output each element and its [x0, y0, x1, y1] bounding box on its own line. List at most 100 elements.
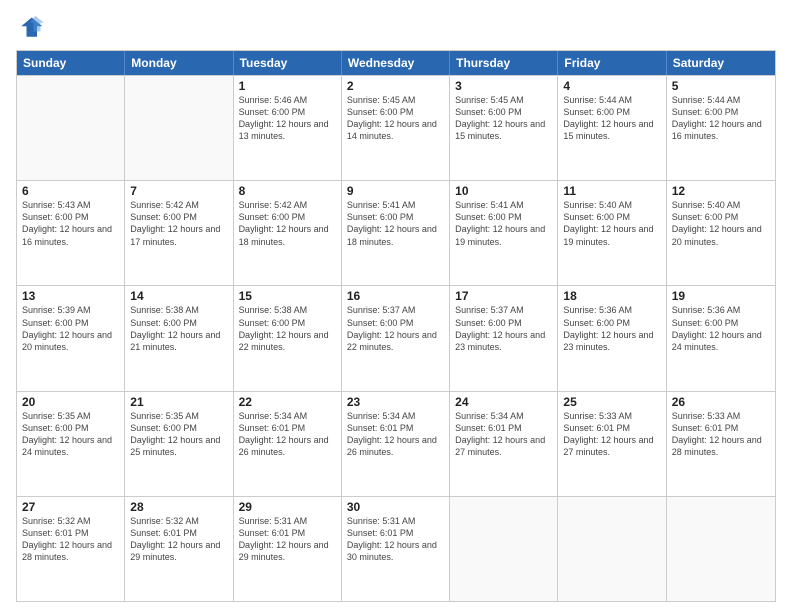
- day-number: 16: [347, 289, 444, 303]
- day-cell-28: 28Sunrise: 5:32 AM Sunset: 6:01 PM Dayli…: [125, 497, 233, 601]
- day-cell-14: 14Sunrise: 5:38 AM Sunset: 6:00 PM Dayli…: [125, 286, 233, 390]
- day-cell-23: 23Sunrise: 5:34 AM Sunset: 6:01 PM Dayli…: [342, 392, 450, 496]
- day-number: 21: [130, 395, 227, 409]
- day-info: Sunrise: 5:40 AM Sunset: 6:00 PM Dayligh…: [563, 199, 660, 248]
- day-info: Sunrise: 5:43 AM Sunset: 6:00 PM Dayligh…: [22, 199, 119, 248]
- day-number: 14: [130, 289, 227, 303]
- day-info: Sunrise: 5:35 AM Sunset: 6:00 PM Dayligh…: [130, 410, 227, 459]
- day-info: Sunrise: 5:37 AM Sunset: 6:00 PM Dayligh…: [347, 304, 444, 353]
- day-cell-6: 6Sunrise: 5:43 AM Sunset: 6:00 PM Daylig…: [17, 181, 125, 285]
- day-number: 1: [239, 79, 336, 93]
- calendar-row-3: 13Sunrise: 5:39 AM Sunset: 6:00 PM Dayli…: [17, 285, 775, 390]
- day-cell-3: 3Sunrise: 5:45 AM Sunset: 6:00 PM Daylig…: [450, 76, 558, 180]
- day-cell-1: 1Sunrise: 5:46 AM Sunset: 6:00 PM Daylig…: [234, 76, 342, 180]
- logo: [16, 14, 48, 42]
- day-number: 27: [22, 500, 119, 514]
- day-cell-10: 10Sunrise: 5:41 AM Sunset: 6:00 PM Dayli…: [450, 181, 558, 285]
- day-cell-21: 21Sunrise: 5:35 AM Sunset: 6:00 PM Dayli…: [125, 392, 233, 496]
- day-info: Sunrise: 5:46 AM Sunset: 6:00 PM Dayligh…: [239, 94, 336, 143]
- day-number: 17: [455, 289, 552, 303]
- day-cell-27: 27Sunrise: 5:32 AM Sunset: 6:01 PM Dayli…: [17, 497, 125, 601]
- empty-cell: [17, 76, 125, 180]
- day-info: Sunrise: 5:37 AM Sunset: 6:00 PM Dayligh…: [455, 304, 552, 353]
- day-cell-5: 5Sunrise: 5:44 AM Sunset: 6:00 PM Daylig…: [667, 76, 775, 180]
- day-info: Sunrise: 5:33 AM Sunset: 6:01 PM Dayligh…: [563, 410, 660, 459]
- header: [16, 14, 776, 42]
- calendar: SundayMondayTuesdayWednesdayThursdayFrid…: [16, 50, 776, 602]
- day-cell-16: 16Sunrise: 5:37 AM Sunset: 6:00 PM Dayli…: [342, 286, 450, 390]
- day-number: 12: [672, 184, 770, 198]
- day-cell-24: 24Sunrise: 5:34 AM Sunset: 6:01 PM Dayli…: [450, 392, 558, 496]
- day-info: Sunrise: 5:44 AM Sunset: 6:00 PM Dayligh…: [563, 94, 660, 143]
- day-info: Sunrise: 5:39 AM Sunset: 6:00 PM Dayligh…: [22, 304, 119, 353]
- day-number: 10: [455, 184, 552, 198]
- day-number: 24: [455, 395, 552, 409]
- day-number: 26: [672, 395, 770, 409]
- weekday-header-tuesday: Tuesday: [234, 51, 342, 75]
- day-number: 5: [672, 79, 770, 93]
- day-cell-30: 30Sunrise: 5:31 AM Sunset: 6:01 PM Dayli…: [342, 497, 450, 601]
- day-number: 4: [563, 79, 660, 93]
- day-number: 7: [130, 184, 227, 198]
- empty-cell: [667, 497, 775, 601]
- day-info: Sunrise: 5:34 AM Sunset: 6:01 PM Dayligh…: [455, 410, 552, 459]
- day-number: 29: [239, 500, 336, 514]
- day-number: 13: [22, 289, 119, 303]
- day-info: Sunrise: 5:36 AM Sunset: 6:00 PM Dayligh…: [672, 304, 770, 353]
- day-cell-12: 12Sunrise: 5:40 AM Sunset: 6:00 PM Dayli…: [667, 181, 775, 285]
- day-cell-19: 19Sunrise: 5:36 AM Sunset: 6:00 PM Dayli…: [667, 286, 775, 390]
- day-number: 20: [22, 395, 119, 409]
- day-cell-8: 8Sunrise: 5:42 AM Sunset: 6:00 PM Daylig…: [234, 181, 342, 285]
- day-info: Sunrise: 5:38 AM Sunset: 6:00 PM Dayligh…: [130, 304, 227, 353]
- day-info: Sunrise: 5:40 AM Sunset: 6:00 PM Dayligh…: [672, 199, 770, 248]
- weekday-header-wednesday: Wednesday: [342, 51, 450, 75]
- day-cell-9: 9Sunrise: 5:41 AM Sunset: 6:00 PM Daylig…: [342, 181, 450, 285]
- day-info: Sunrise: 5:42 AM Sunset: 6:00 PM Dayligh…: [130, 199, 227, 248]
- day-cell-15: 15Sunrise: 5:38 AM Sunset: 6:00 PM Dayli…: [234, 286, 342, 390]
- day-number: 28: [130, 500, 227, 514]
- day-cell-17: 17Sunrise: 5:37 AM Sunset: 6:00 PM Dayli…: [450, 286, 558, 390]
- day-cell-29: 29Sunrise: 5:31 AM Sunset: 6:01 PM Dayli…: [234, 497, 342, 601]
- day-info: Sunrise: 5:31 AM Sunset: 6:01 PM Dayligh…: [347, 515, 444, 564]
- day-info: Sunrise: 5:41 AM Sunset: 6:00 PM Dayligh…: [455, 199, 552, 248]
- day-number: 6: [22, 184, 119, 198]
- day-info: Sunrise: 5:32 AM Sunset: 6:01 PM Dayligh…: [130, 515, 227, 564]
- day-info: Sunrise: 5:35 AM Sunset: 6:00 PM Dayligh…: [22, 410, 119, 459]
- day-info: Sunrise: 5:41 AM Sunset: 6:00 PM Dayligh…: [347, 199, 444, 248]
- day-cell-2: 2Sunrise: 5:45 AM Sunset: 6:00 PM Daylig…: [342, 76, 450, 180]
- day-cell-11: 11Sunrise: 5:40 AM Sunset: 6:00 PM Dayli…: [558, 181, 666, 285]
- day-info: Sunrise: 5:36 AM Sunset: 6:00 PM Dayligh…: [563, 304, 660, 353]
- day-number: 9: [347, 184, 444, 198]
- page: SundayMondayTuesdayWednesdayThursdayFrid…: [0, 0, 792, 612]
- day-number: 22: [239, 395, 336, 409]
- weekday-header-monday: Monday: [125, 51, 233, 75]
- day-number: 15: [239, 289, 336, 303]
- day-info: Sunrise: 5:33 AM Sunset: 6:01 PM Dayligh…: [672, 410, 770, 459]
- day-info: Sunrise: 5:45 AM Sunset: 6:00 PM Dayligh…: [347, 94, 444, 143]
- day-info: Sunrise: 5:31 AM Sunset: 6:01 PM Dayligh…: [239, 515, 336, 564]
- day-number: 3: [455, 79, 552, 93]
- logo-icon: [16, 14, 44, 42]
- calendar-row-1: 1Sunrise: 5:46 AM Sunset: 6:00 PM Daylig…: [17, 75, 775, 180]
- calendar-body: 1Sunrise: 5:46 AM Sunset: 6:00 PM Daylig…: [17, 75, 775, 601]
- weekday-header-friday: Friday: [558, 51, 666, 75]
- calendar-row-2: 6Sunrise: 5:43 AM Sunset: 6:00 PM Daylig…: [17, 180, 775, 285]
- calendar-header: SundayMondayTuesdayWednesdayThursdayFrid…: [17, 51, 775, 75]
- day-cell-7: 7Sunrise: 5:42 AM Sunset: 6:00 PM Daylig…: [125, 181, 233, 285]
- day-info: Sunrise: 5:45 AM Sunset: 6:00 PM Dayligh…: [455, 94, 552, 143]
- day-number: 19: [672, 289, 770, 303]
- day-cell-4: 4Sunrise: 5:44 AM Sunset: 6:00 PM Daylig…: [558, 76, 666, 180]
- day-info: Sunrise: 5:44 AM Sunset: 6:00 PM Dayligh…: [672, 94, 770, 143]
- weekday-header-sunday: Sunday: [17, 51, 125, 75]
- day-info: Sunrise: 5:38 AM Sunset: 6:00 PM Dayligh…: [239, 304, 336, 353]
- day-cell-20: 20Sunrise: 5:35 AM Sunset: 6:00 PM Dayli…: [17, 392, 125, 496]
- day-number: 30: [347, 500, 444, 514]
- day-info: Sunrise: 5:34 AM Sunset: 6:01 PM Dayligh…: [347, 410, 444, 459]
- day-info: Sunrise: 5:32 AM Sunset: 6:01 PM Dayligh…: [22, 515, 119, 564]
- day-cell-13: 13Sunrise: 5:39 AM Sunset: 6:00 PM Dayli…: [17, 286, 125, 390]
- day-cell-26: 26Sunrise: 5:33 AM Sunset: 6:01 PM Dayli…: [667, 392, 775, 496]
- day-number: 2: [347, 79, 444, 93]
- day-cell-18: 18Sunrise: 5:36 AM Sunset: 6:00 PM Dayli…: [558, 286, 666, 390]
- empty-cell: [558, 497, 666, 601]
- calendar-row-4: 20Sunrise: 5:35 AM Sunset: 6:00 PM Dayli…: [17, 391, 775, 496]
